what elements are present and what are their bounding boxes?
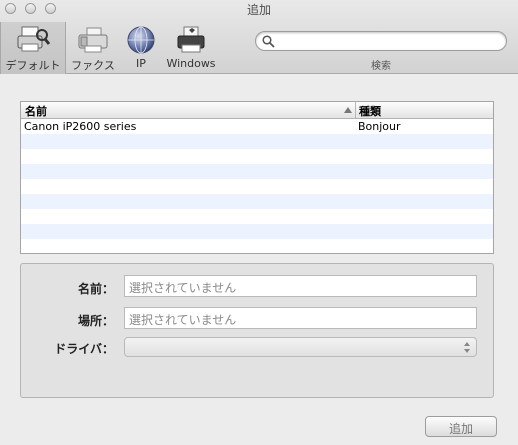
column-header-name[interactable]: 名前 bbox=[25, 103, 47, 119]
window-title: 追加 bbox=[246, 3, 271, 17]
column-divider bbox=[355, 102, 356, 118]
printer-kind-cell: Bonjour bbox=[358, 120, 401, 133]
ip-globe-icon bbox=[127, 26, 155, 54]
name-label: 名前： bbox=[77, 282, 114, 296]
fax-icon bbox=[78, 27, 108, 53]
windows-printer-icon bbox=[177, 26, 205, 53]
toolbar-fax-label: ファクス bbox=[71, 59, 115, 72]
location-label: 場所： bbox=[77, 314, 114, 328]
table-row-empty bbox=[21, 209, 493, 224]
toolbar-ip-tab[interactable]: IP bbox=[120, 22, 162, 74]
chevron-down-icon bbox=[464, 349, 470, 353]
table-row-empty bbox=[21, 164, 493, 179]
toolbar-ip-label: IP bbox=[136, 57, 146, 70]
add-button[interactable]: 追加 bbox=[425, 416, 497, 437]
column-header-kind[interactable]: 種類 bbox=[359, 103, 381, 119]
default-printer-icon bbox=[17, 26, 51, 52]
location-field[interactable]: 選択されていません bbox=[124, 307, 477, 329]
toolbar-default-tab[interactable]: デフォルト bbox=[0, 22, 66, 74]
table-row-empty bbox=[21, 224, 493, 239]
printer-name-cell: Canon iP2600 series bbox=[24, 120, 137, 133]
driver-label: ドライバ： bbox=[54, 342, 114, 356]
toolbar-windows-label: Windows bbox=[166, 57, 216, 70]
table-header: 名前 種類 bbox=[21, 102, 493, 119]
table-row[interactable]: Canon iP2600 series Bonjour bbox=[21, 119, 493, 134]
chevron-up-icon bbox=[464, 342, 470, 346]
search-icon bbox=[262, 35, 275, 48]
toolbar-fax-tab[interactable]: ファクス bbox=[67, 22, 119, 74]
sort-ascending-icon bbox=[344, 107, 352, 113]
table-row-empty bbox=[21, 239, 493, 253]
driver-popup[interactable] bbox=[124, 337, 477, 357]
table-row-empty bbox=[21, 179, 493, 194]
table-row-empty bbox=[21, 134, 493, 149]
name-field[interactable]: 選択されていません bbox=[124, 275, 477, 297]
search-caption: 検索 bbox=[371, 61, 391, 72]
window-toolbar: 追加 デフォルト ファクス IP Windows 検索 bbox=[0, 0, 518, 74]
toolbar-default-label: デフォルト bbox=[5, 59, 61, 72]
toolbar-windows-tab[interactable]: Windows bbox=[163, 22, 219, 74]
table-row-empty bbox=[21, 194, 493, 209]
search-field[interactable] bbox=[255, 31, 507, 51]
printer-list-table: 名前 種類 Canon iP2600 series Bonjour bbox=[20, 101, 494, 254]
table-row-empty bbox=[21, 149, 493, 164]
